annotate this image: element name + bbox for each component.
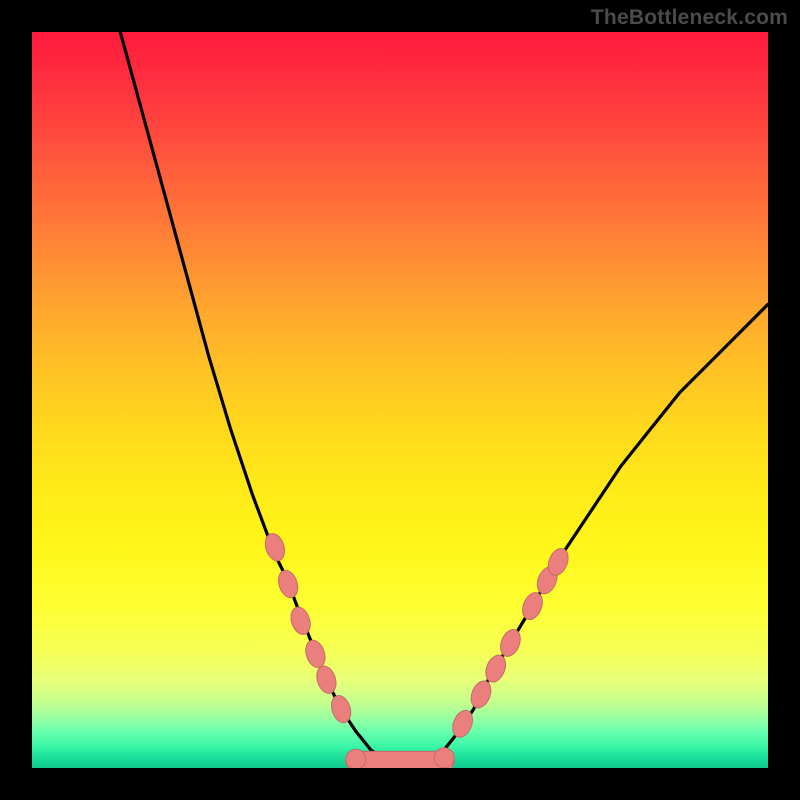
plot-area	[32, 32, 768, 768]
data-dots	[262, 531, 572, 768]
bottleneck-curve	[120, 32, 768, 764]
chart-svg	[32, 32, 768, 768]
chart-frame: TheBottleneck.com	[0, 0, 800, 800]
attribution-text: TheBottleneck.com	[591, 6, 788, 30]
